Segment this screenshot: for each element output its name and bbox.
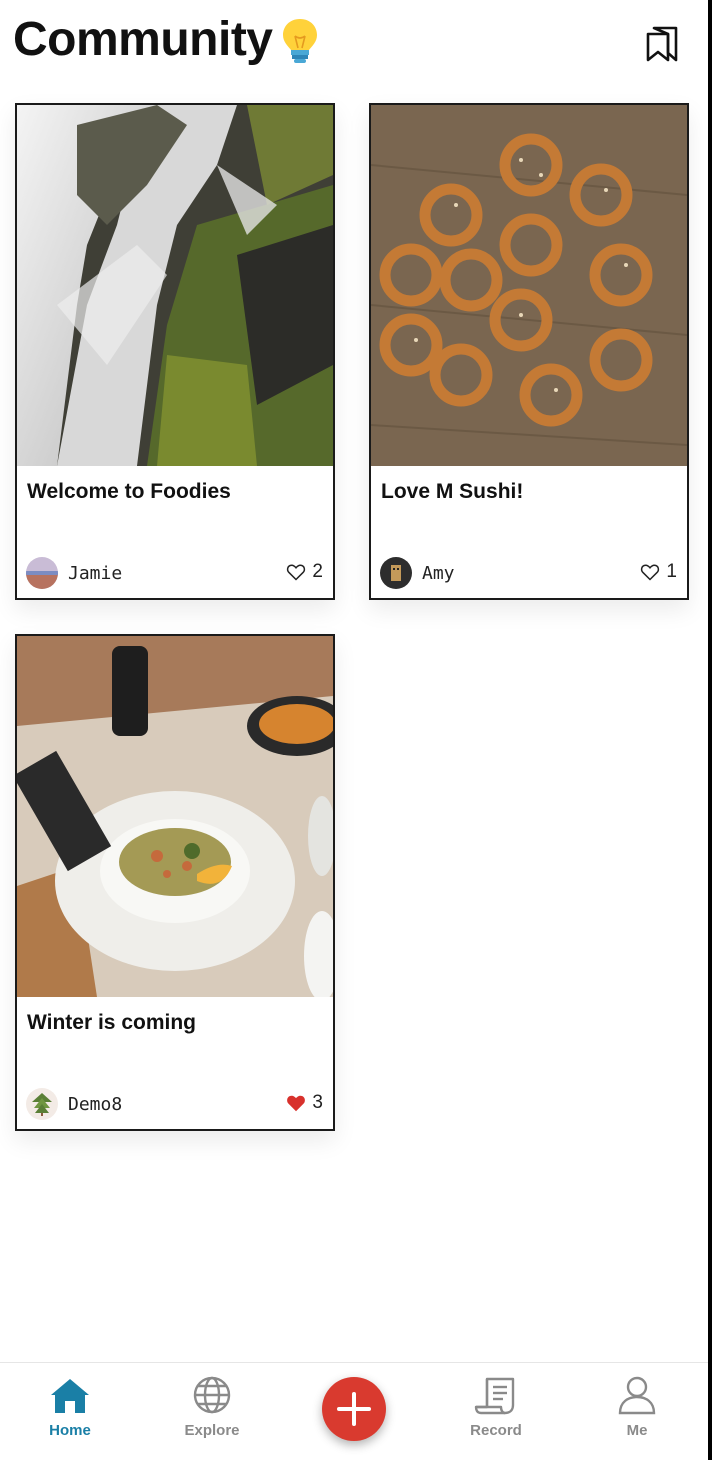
like-button[interactable]: 3 [286, 1092, 323, 1114]
post-image-pretzels[interactable] [371, 105, 687, 466]
nav-me[interactable]: Me [587, 1375, 687, 1439]
heart-outline-icon [287, 564, 306, 581]
receipt-icon [474, 1377, 515, 1415]
post-image-waterfall[interactable] [17, 105, 333, 466]
page-title: Community [13, 13, 273, 66]
nav-label: Me [626, 1422, 648, 1439]
avatar[interactable] [380, 557, 412, 589]
like-count: 1 [666, 561, 677, 582]
post-card[interactable]: Winter is coming Demo8 3 [15, 634, 335, 1131]
avatar[interactable] [26, 1088, 58, 1120]
like-count: 3 [312, 1092, 323, 1113]
heart-filled-icon [287, 1095, 306, 1112]
post-title: Love M Sushi! [381, 480, 524, 503]
globe-icon [193, 1376, 231, 1414]
nav-explore[interactable]: Explore [162, 1375, 262, 1439]
post-card[interactable]: Love M Sushi! Amy 1 [369, 103, 689, 600]
author-name[interactable]: Jamie [68, 563, 122, 584]
lightbulb-icon [283, 19, 317, 63]
post-image-dinner-plate[interactable] [17, 636, 333, 997]
nav-label: Explore [184, 1422, 240, 1439]
bookmarks-icon[interactable] [640, 20, 686, 66]
like-count: 2 [312, 561, 323, 582]
nav-label: Record [470, 1422, 522, 1439]
post-title: Winter is coming [27, 1011, 196, 1034]
author-name[interactable]: Demo8 [68, 1094, 122, 1115]
nav-record[interactable]: Record [446, 1375, 546, 1439]
screen-edge [708, 0, 712, 1460]
create-post-button[interactable] [322, 1377, 386, 1441]
like-button[interactable]: 2 [286, 561, 323, 583]
plus-icon [337, 1392, 371, 1426]
user-icon [618, 1376, 656, 1415]
nav-label: Home [49, 1422, 91, 1439]
post-card[interactable]: Welcome to Foodies Jamie 2 [15, 103, 335, 600]
nav-home[interactable]: Home [20, 1375, 120, 1439]
post-title: Welcome to Foodies [27, 480, 231, 503]
heart-outline-icon [641, 564, 660, 581]
home-icon [51, 1379, 89, 1413]
app-header: Community [0, 0, 712, 80]
like-button[interactable]: 1 [640, 561, 677, 583]
bottom-nav: Home Explore Record Me [0, 1362, 712, 1461]
avatar[interactable] [26, 557, 58, 589]
author-name[interactable]: Amy [422, 563, 455, 584]
